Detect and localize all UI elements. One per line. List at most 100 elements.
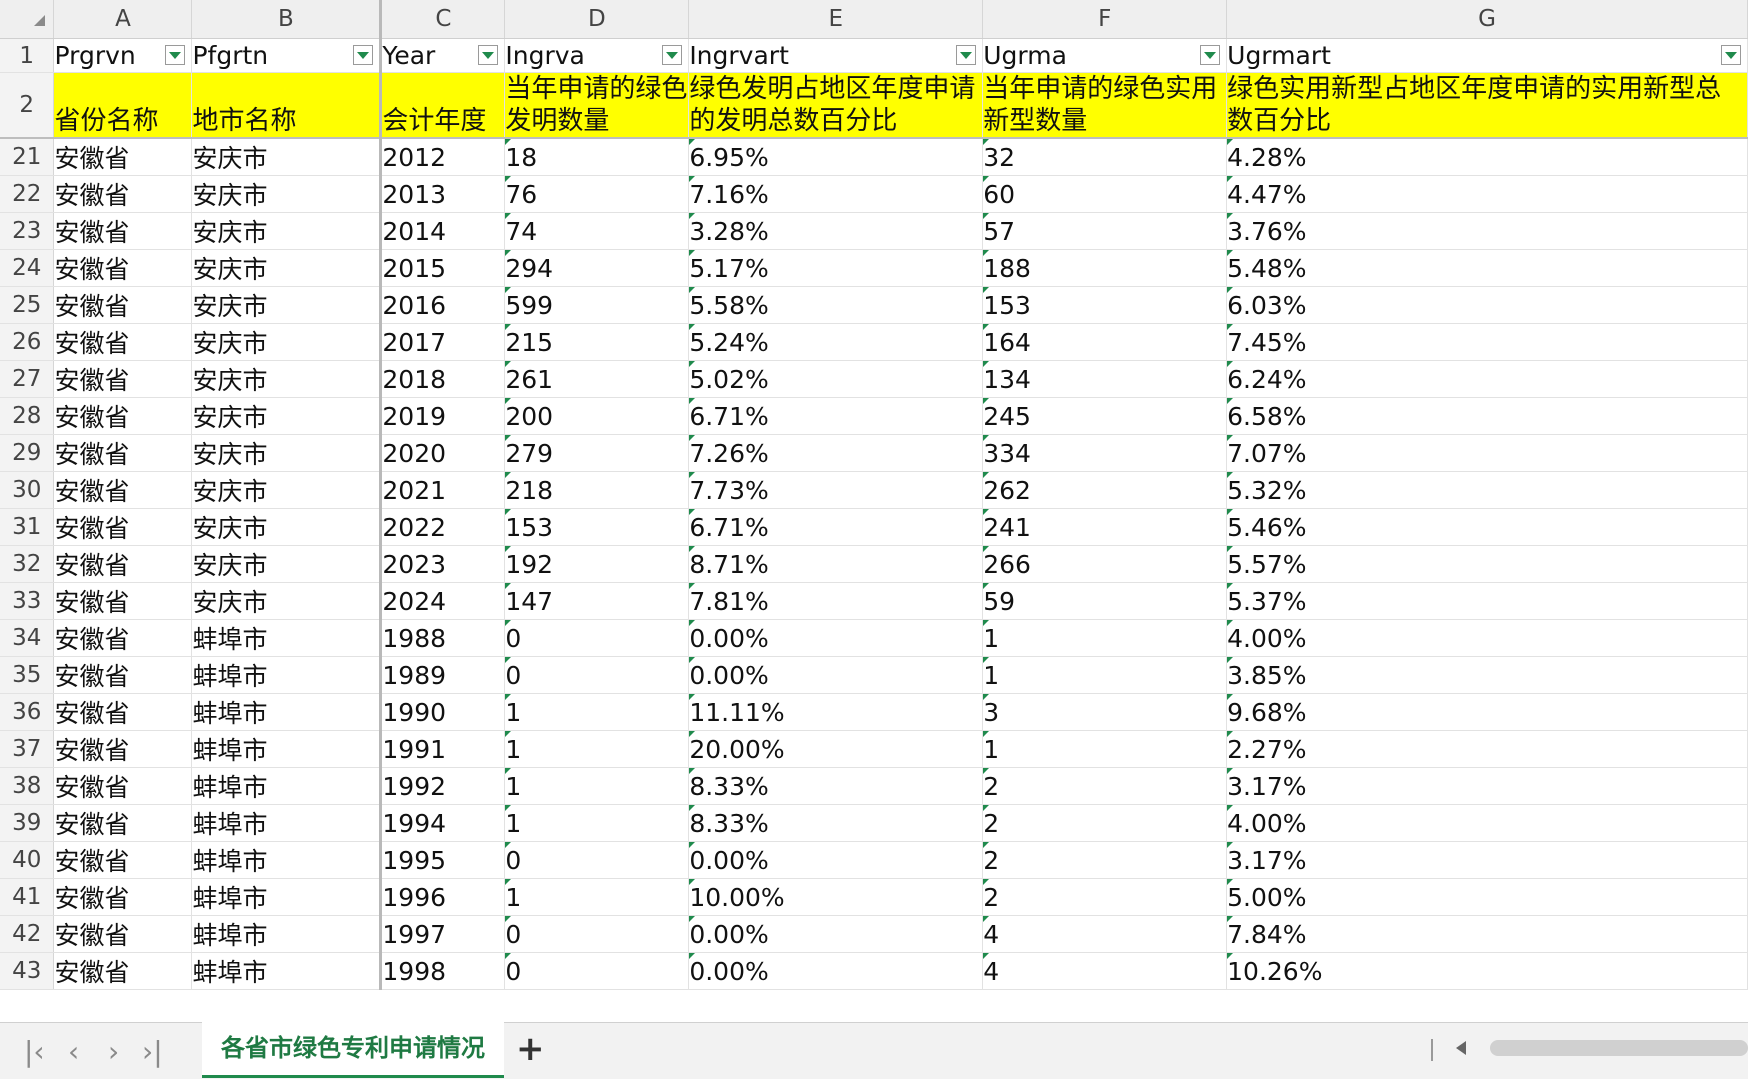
data-cell[interactable]: 1996 <box>380 878 506 916</box>
data-cell[interactable]: 8.33% <box>688 804 984 842</box>
row-number[interactable]: 2 <box>0 72 55 139</box>
data-cell[interactable]: 10.00% <box>688 878 984 916</box>
data-cell[interactable]: 1 <box>504 804 690 842</box>
column-header-a[interactable]: A <box>53 0 193 39</box>
data-cell[interactable]: 安徽省 <box>53 360 193 398</box>
header-cell[interactable]: Ugrmart <box>1226 38 1748 73</box>
data-cell[interactable]: 5.48% <box>1226 249 1748 287</box>
row-number[interactable]: 39 <box>0 804 55 842</box>
data-cell[interactable]: 安徽省 <box>53 878 193 916</box>
data-cell[interactable]: 3.17% <box>1226 767 1748 805</box>
data-cell[interactable]: 6.03% <box>1226 286 1748 324</box>
data-cell[interactable]: 2019 <box>380 397 506 435</box>
data-cell[interactable]: 蚌埠市 <box>191 767 383 805</box>
filter-dropdown-icon[interactable] <box>1200 45 1221 65</box>
column-header-b[interactable]: B <box>191 0 383 39</box>
select-all-corner[interactable] <box>0 0 55 39</box>
data-cell[interactable]: 安庆市 <box>191 434 383 472</box>
add-sheet-button[interactable]: + <box>516 1029 545 1069</box>
data-cell[interactable]: 4.28% <box>1226 138 1748 176</box>
filter-dropdown-icon[interactable] <box>165 45 186 65</box>
data-cell[interactable]: 0.00% <box>688 952 984 990</box>
data-cell[interactable]: 1 <box>504 767 690 805</box>
data-cell[interactable]: 2021 <box>380 471 506 509</box>
data-cell[interactable]: 11.11% <box>688 693 984 731</box>
description-cell[interactable]: 地市名称 <box>191 72 383 139</box>
row-number[interactable]: 36 <box>0 693 55 731</box>
data-cell[interactable]: 5.02% <box>688 360 984 398</box>
data-cell[interactable]: 294 <box>504 249 690 287</box>
data-cell[interactable]: 1989 <box>380 656 506 694</box>
data-cell[interactable]: 蚌埠市 <box>191 730 383 768</box>
row-number[interactable]: 29 <box>0 434 55 472</box>
data-cell[interactable]: 蚌埠市 <box>191 841 383 879</box>
data-cell[interactable]: 安徽省 <box>53 323 193 361</box>
data-cell[interactable]: 1988 <box>380 619 506 657</box>
data-cell[interactable]: 1994 <box>380 804 506 842</box>
row-number[interactable]: 24 <box>0 249 55 287</box>
data-cell[interactable]: 262 <box>982 471 1228 509</box>
data-cell[interactable]: 6.71% <box>688 397 984 435</box>
data-cell[interactable]: 安庆市 <box>191 249 383 287</box>
row-number[interactable]: 40 <box>0 841 55 879</box>
data-cell[interactable]: 3.28% <box>688 212 984 250</box>
horizontal-scrollbar-thumb[interactable] <box>1490 1040 1748 1056</box>
row-number[interactable]: 35 <box>0 656 55 694</box>
data-cell[interactable]: 1 <box>982 619 1228 657</box>
data-cell[interactable]: 2024 <box>380 582 506 620</box>
data-cell[interactable]: 2015 <box>380 249 506 287</box>
data-cell[interactable]: 安徽省 <box>53 804 193 842</box>
data-cell[interactable]: 5.58% <box>688 286 984 324</box>
data-cell[interactable]: 18 <box>504 138 690 176</box>
data-cell[interactable]: 5.24% <box>688 323 984 361</box>
row-number[interactable]: 34 <box>0 619 55 657</box>
data-cell[interactable]: 蚌埠市 <box>191 804 383 842</box>
header-cell[interactable]: Ingrvart <box>688 38 984 73</box>
row-number[interactable]: 32 <box>0 545 55 583</box>
description-cell[interactable]: 绿色实用新型占地区年度申请的实用新型总数百分比 <box>1226 72 1748 139</box>
data-cell[interactable]: 安徽省 <box>53 471 193 509</box>
data-cell[interactable]: 安庆市 <box>191 360 383 398</box>
data-cell[interactable]: 安徽省 <box>53 249 193 287</box>
data-cell[interactable]: 266 <box>982 545 1228 583</box>
data-cell[interactable]: 7.84% <box>1226 915 1748 953</box>
data-cell[interactable]: 6.24% <box>1226 360 1748 398</box>
data-cell[interactable]: 57 <box>982 212 1228 250</box>
data-cell[interactable]: 安徽省 <box>53 619 193 657</box>
data-cell[interactable]: 0 <box>504 952 690 990</box>
description-cell[interactable]: 会计年度 <box>380 72 506 139</box>
row-number[interactable]: 28 <box>0 397 55 435</box>
data-cell[interactable]: 0 <box>504 841 690 879</box>
data-cell[interactable]: 安徽省 <box>53 582 193 620</box>
header-cell[interactable]: Ingrva <box>504 38 690 73</box>
data-cell[interactable]: 10.26% <box>1226 952 1748 990</box>
data-cell[interactable]: 279 <box>504 434 690 472</box>
filter-dropdown-icon[interactable] <box>956 45 977 65</box>
row-number[interactable]: 1 <box>0 38 55 73</box>
data-cell[interactable]: 1997 <box>380 915 506 953</box>
data-cell[interactable]: 0.00% <box>688 915 984 953</box>
prev-sheet-icon[interactable]: ‹ <box>68 1035 79 1068</box>
data-cell[interactable]: 安徽省 <box>53 434 193 472</box>
data-cell[interactable]: 安庆市 <box>191 286 383 324</box>
data-cell[interactable]: 1 <box>504 693 690 731</box>
data-cell[interactable]: 8.71% <box>688 545 984 583</box>
header-cell[interactable]: Pfgrtn <box>191 38 383 73</box>
data-cell[interactable]: 1992 <box>380 767 506 805</box>
data-cell[interactable]: 3.17% <box>1226 841 1748 879</box>
data-cell[interactable]: 安徽省 <box>53 767 193 805</box>
data-cell[interactable]: 164 <box>982 323 1228 361</box>
description-cell[interactable]: 绿色发明占地区年度申请的发明总数百分比 <box>688 72 984 139</box>
scroll-left-icon[interactable] <box>1456 1041 1466 1055</box>
data-cell[interactable]: 5.17% <box>688 249 984 287</box>
filter-dropdown-icon[interactable] <box>662 45 683 65</box>
data-cell[interactable]: 215 <box>504 323 690 361</box>
data-cell[interactable]: 蚌埠市 <box>191 878 383 916</box>
data-cell[interactable]: 2018 <box>380 360 506 398</box>
data-cell[interactable]: 安徽省 <box>53 286 193 324</box>
data-cell[interactable]: 2014 <box>380 212 506 250</box>
data-cell[interactable]: 安徽省 <box>53 952 193 990</box>
data-cell[interactable]: 59 <box>982 582 1228 620</box>
data-cell[interactable]: 2 <box>982 804 1228 842</box>
data-cell[interactable]: 4.00% <box>1226 619 1748 657</box>
